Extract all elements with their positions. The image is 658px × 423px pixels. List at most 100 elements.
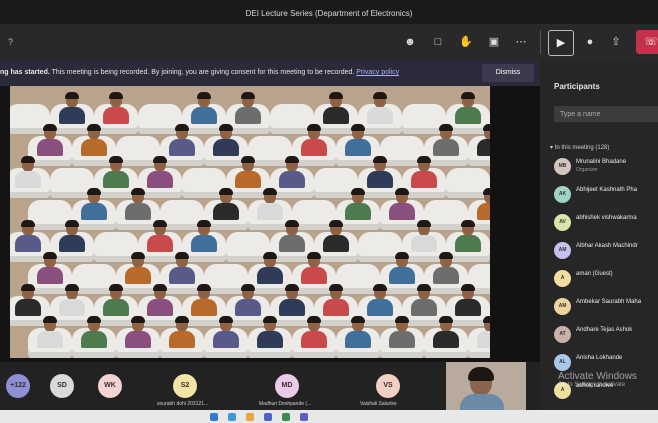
attendee-video bbox=[213, 316, 239, 348]
attendee-video bbox=[433, 316, 459, 348]
participant-avatar: AK bbox=[554, 186, 571, 203]
together-mode-auditorium bbox=[10, 86, 490, 358]
participants-title: Participants bbox=[554, 82, 600, 91]
participant-name: aman (Guest) bbox=[576, 271, 613, 277]
participant-avatar[interactable]: +122 bbox=[6, 374, 30, 398]
attendee-video bbox=[455, 92, 481, 124]
attendee-video bbox=[235, 156, 261, 188]
attendee-video bbox=[301, 124, 327, 156]
attendee-video bbox=[323, 220, 349, 252]
mic-icon[interactable]: ● bbox=[580, 32, 600, 52]
participant-avatar[interactable]: VS bbox=[376, 374, 400, 398]
participant-name: Albhar Akash Machindr bbox=[576, 243, 638, 249]
attendee-video bbox=[169, 124, 195, 156]
attendee-video bbox=[59, 220, 85, 252]
stage-margin bbox=[490, 86, 540, 362]
attendee-video bbox=[389, 252, 415, 284]
recording-banner: ng has started. This meeting is being re… bbox=[0, 60, 540, 86]
attendee-video bbox=[301, 316, 327, 348]
participant-list-item[interactable]: MB Mrunalini Bhadane Organizer bbox=[554, 156, 658, 178]
attendee-video bbox=[15, 156, 41, 188]
attendee-video bbox=[433, 252, 459, 284]
attendee-video bbox=[257, 316, 283, 348]
attendee-video bbox=[367, 284, 393, 316]
attendee-video bbox=[125, 188, 151, 220]
participant-avatar: AV bbox=[554, 214, 571, 231]
participant-name: Mrunalini Bhadane bbox=[576, 159, 627, 165]
participant-avatar: AM bbox=[554, 298, 571, 315]
attendee-video bbox=[367, 156, 393, 188]
rooms-icon[interactable]: ▣ bbox=[484, 32, 504, 52]
meeting-duration: ? bbox=[8, 37, 14, 47]
participant-avatar[interactable]: WK bbox=[98, 374, 122, 398]
hang-up-icon[interactable]: ☏ bbox=[636, 30, 658, 54]
participant-role: Organizer bbox=[576, 167, 598, 173]
share-icon[interactable]: ⇧ bbox=[606, 32, 626, 52]
attendee-video bbox=[433, 124, 459, 156]
taskbar-app-icon[interactable] bbox=[282, 413, 290, 421]
teams-meeting-window: DEI Lecture Series (Department of Electr… bbox=[0, 0, 658, 423]
participants-panel: Participants ▾ In this meeting (128) MBM… bbox=[540, 60, 658, 410]
meeting-controls-bar: ? ☻ □ ✋ ▣ ⋯ ▶ ● ⇧ ☏ bbox=[0, 24, 658, 60]
attendee-video bbox=[323, 284, 349, 316]
attendee-video bbox=[103, 156, 129, 188]
attendee-video bbox=[213, 188, 239, 220]
taskbar-app-icon[interactable] bbox=[246, 413, 254, 421]
attendee-video bbox=[59, 92, 85, 124]
participant-name: Madhuri Deshpande (... bbox=[259, 401, 312, 407]
attendee-video bbox=[59, 284, 85, 316]
participant-search-input[interactable] bbox=[554, 106, 658, 122]
window-title: DEI Lecture Series (Department of Electr… bbox=[0, 0, 658, 24]
attendee-video bbox=[389, 188, 415, 220]
participant-list-item[interactable]: AM Albhar Akash Machindr bbox=[554, 240, 658, 262]
attendee-video bbox=[345, 188, 371, 220]
attendee-video bbox=[345, 124, 371, 156]
attendee-video bbox=[213, 124, 239, 156]
attendee-video bbox=[103, 92, 129, 124]
windows-taskbar bbox=[0, 410, 658, 423]
attendee-video bbox=[169, 252, 195, 284]
participant-name: Ambekar Saurabh Maha bbox=[576, 299, 642, 305]
attendee-video bbox=[455, 284, 481, 316]
participants-icon[interactable]: ☻ bbox=[400, 32, 420, 52]
attendee-video bbox=[477, 188, 490, 220]
raise-hand-icon[interactable]: ✋ bbox=[456, 32, 476, 52]
participant-list-item[interactable]: AM Ambekar Saurabh Maha bbox=[554, 296, 658, 318]
participant-avatar[interactable]: S2 bbox=[173, 374, 197, 398]
attendee-video bbox=[279, 220, 305, 252]
taskbar-app-icon[interactable] bbox=[264, 413, 272, 421]
attendee-video bbox=[103, 284, 129, 316]
activate-windows-watermark: Activate Windows Go to Settings to activ… bbox=[558, 371, 637, 388]
participant-list-item[interactable]: AT Andhare Tejas Ashok bbox=[554, 324, 658, 346]
participant-name: Abhijeet Kashnath Pha bbox=[576, 187, 638, 193]
attendee-video bbox=[345, 316, 371, 348]
taskbar-app-icon[interactable] bbox=[228, 413, 236, 421]
taskbar-app-icon[interactable] bbox=[300, 413, 308, 421]
attendee-video bbox=[389, 316, 415, 348]
attendee-video bbox=[235, 284, 261, 316]
participant-avatar[interactable]: SD bbox=[50, 374, 74, 398]
participant-name: sourabh dohi 203121... bbox=[157, 401, 209, 407]
participant-list-item[interactable]: Aaman (Guest) bbox=[554, 268, 658, 290]
attendee-video bbox=[257, 252, 283, 284]
attendee-video bbox=[455, 220, 481, 252]
in-meeting-header[interactable]: ▾ In this meeting (128) bbox=[550, 144, 609, 151]
participant-list-item[interactable]: AV abhishek vishwakarma bbox=[554, 212, 658, 234]
participant-name: Vaishali Salunke bbox=[360, 401, 397, 407]
participant-name: Andhare Tejas Ashok bbox=[576, 327, 633, 333]
taskbar-app-icon[interactable] bbox=[210, 413, 218, 421]
self-video-preview[interactable] bbox=[446, 362, 526, 412]
attendee-video bbox=[235, 92, 261, 124]
participant-list-item[interactable]: AK Abhijeet Kashnath Pha bbox=[554, 184, 658, 206]
attendee-video bbox=[323, 92, 349, 124]
participant-avatar: AT bbox=[554, 326, 571, 343]
dismiss-button[interactable]: Dismiss bbox=[482, 64, 534, 82]
attendee-video bbox=[125, 316, 151, 348]
privacy-policy-link[interactable]: Privacy policy bbox=[356, 69, 399, 76]
attendee-video bbox=[477, 316, 490, 348]
participant-avatar[interactable]: MD bbox=[275, 374, 299, 398]
more-icon[interactable]: ⋯ bbox=[511, 32, 531, 52]
camera-icon[interactable]: ▶ bbox=[548, 30, 574, 56]
attendee-video bbox=[411, 220, 437, 252]
chat-icon[interactable]: □ bbox=[428, 32, 448, 52]
